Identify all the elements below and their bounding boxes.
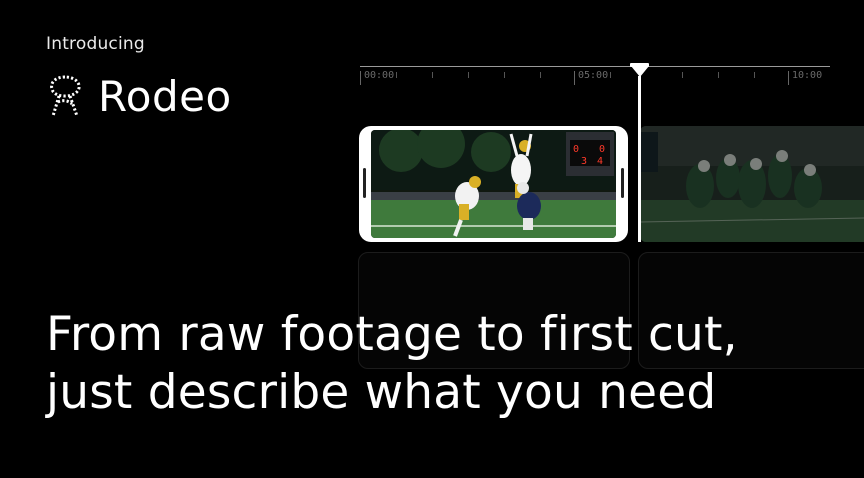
ruler-label-mid: 05:00 [578, 70, 609, 81]
headline-line-1: From raw footage to first cut, [46, 307, 738, 362]
ruler-label-start: 00:00 [364, 70, 395, 81]
svg-text:4: 4 [597, 156, 603, 167]
brand-lockup: Rodeo [46, 74, 232, 120]
video-clip-selected[interactable]: 0 0 34 [359, 126, 628, 242]
ruler-tick [468, 72, 469, 78]
eyebrow-text: Introducing [46, 34, 145, 54]
ruler-tick [396, 72, 397, 78]
svg-text:3: 3 [581, 156, 587, 167]
ruler-tick [504, 72, 505, 78]
ruler-tick [360, 71, 361, 85]
playhead-line[interactable] [638, 76, 641, 242]
ruler-tick [432, 72, 433, 78]
trim-handle-right[interactable] [621, 168, 624, 198]
football-clip-thumbnail-2 [640, 126, 864, 242]
timeline-ruler[interactable]: 00:00 05:00 10:00 [360, 64, 830, 86]
ruler-tick [682, 72, 683, 78]
playhead-triangle-icon[interactable] [631, 66, 649, 77]
ruler-label-end: 10:00 [792, 70, 823, 81]
svg-text:0: 0 [573, 144, 579, 155]
brand-name: Rodeo [98, 72, 232, 121]
video-clip-next[interactable] [640, 126, 864, 242]
ruler-tick [788, 71, 789, 85]
trim-handle-left[interactable] [363, 168, 366, 198]
football-clip-thumbnail: 0 0 34 [371, 130, 616, 238]
ruler-tick [610, 72, 611, 78]
rodeo-logo-icon [50, 75, 81, 117]
ruler-tick [718, 72, 719, 78]
ruler-tick [540, 72, 541, 78]
headline-line-2: just describe what you need [46, 365, 717, 420]
svg-text:0: 0 [599, 144, 605, 155]
ruler-tick [574, 71, 575, 85]
ruler-tick [754, 72, 755, 78]
headline: From raw footage to first cut, just desc… [46, 306, 846, 422]
ruler-line [360, 66, 830, 67]
